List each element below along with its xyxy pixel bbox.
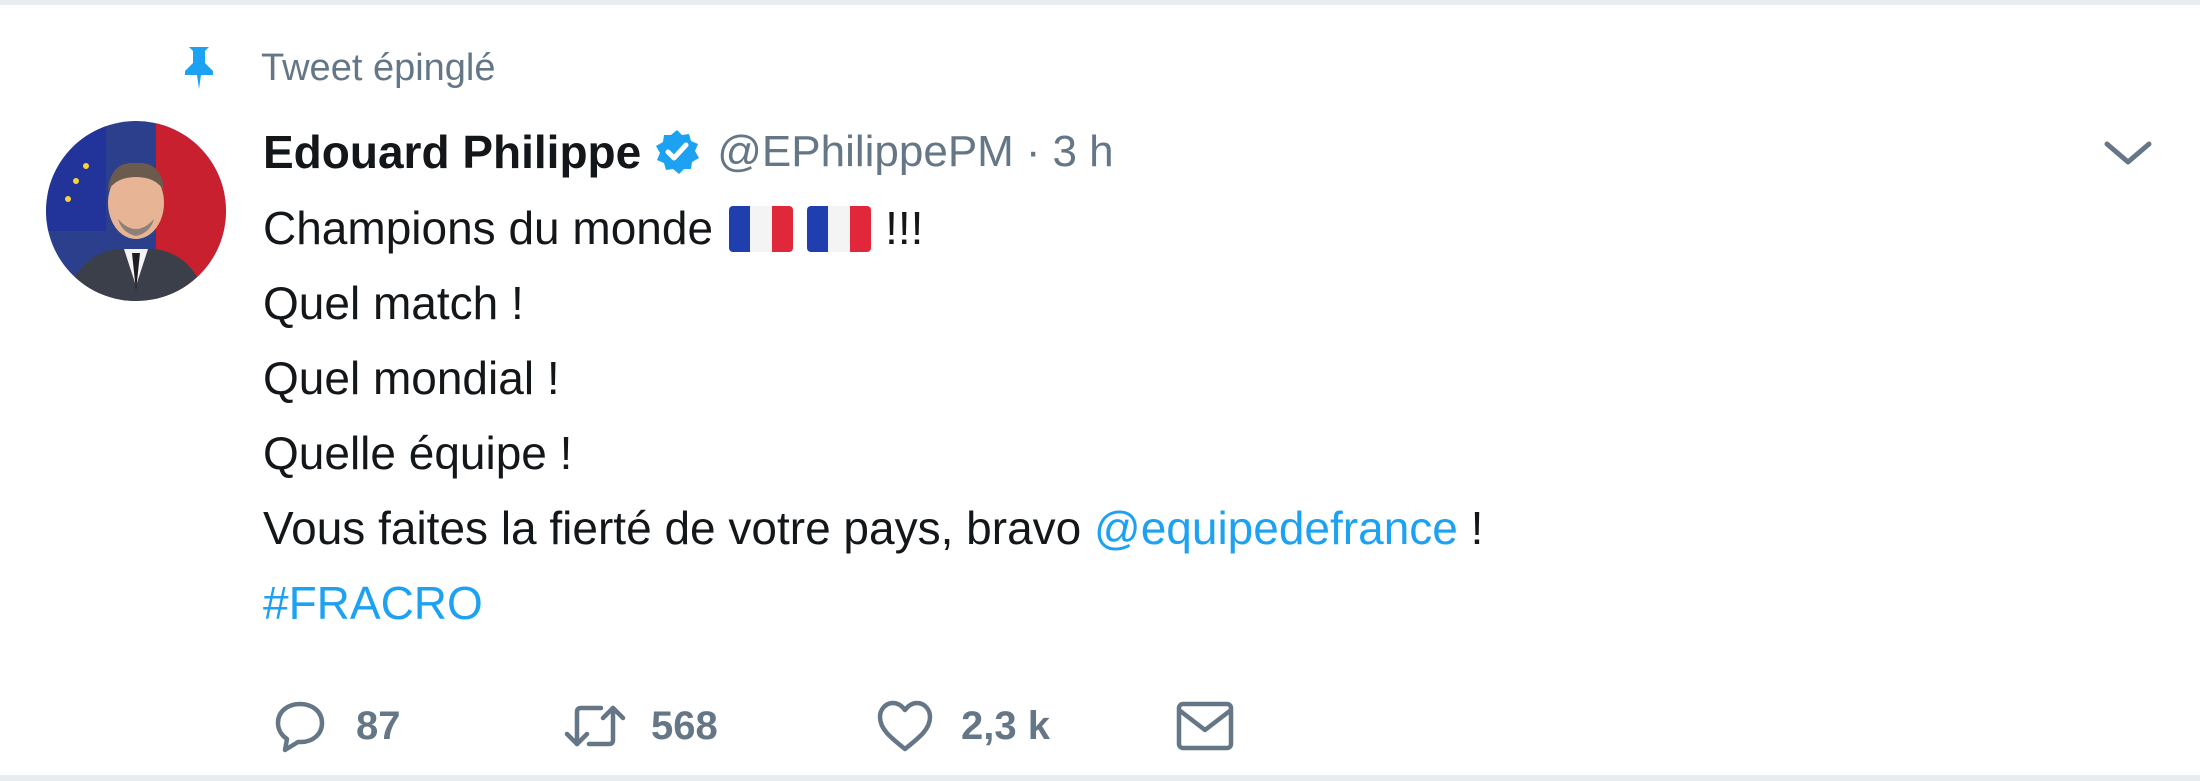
tweet-line-text: Champions du monde — [263, 202, 714, 254]
avatar[interactable] — [46, 121, 226, 301]
tweet-header: Edouard Philippe @EPhilippePM · 3 h — [263, 121, 1114, 183]
chevron-down-icon[interactable] — [2100, 133, 2156, 173]
tweet-line: Champions du monde !!! — [263, 191, 1483, 266]
direct-message-button[interactable] — [1173, 695, 1237, 757]
france-flag-icon — [729, 205, 794, 252]
retweet-icon — [563, 695, 627, 757]
tweet-line-suffix: !!! — [885, 202, 924, 254]
tweet-text: Champions du monde !!! Quel match ! Quel… — [263, 191, 1483, 641]
tweet-card[interactable]: Tweet épinglé Edouard Philippe @EPhilipp… — [0, 4, 2200, 775]
reply-icon — [268, 695, 332, 757]
france-flag-icon — [807, 205, 872, 252]
author-handle[interactable]: @EPhilippePM — [717, 127, 1014, 177]
retweet-button[interactable]: 568 — [563, 695, 873, 757]
like-button[interactable]: 2,3 k — [873, 695, 1173, 757]
header-separator: · — [1025, 127, 1041, 176]
verified-badge-icon — [653, 127, 703, 177]
tweet-line: Quel match ! — [263, 277, 524, 329]
reply-button[interactable]: 87 — [268, 695, 563, 757]
tweet-line: Vous faites la fierté de votre pays, bra… — [263, 491, 1483, 566]
hashtag-link[interactable]: #FRACRO — [263, 566, 483, 641]
tweet-line-text: Vous faites la fierté de votre pays, bra… — [263, 502, 1082, 554]
tweet-line: Quelle équipe ! — [263, 427, 573, 479]
pinned-indicator: Tweet épinglé — [175, 43, 496, 93]
tweet-timestamp[interactable]: 3 h — [1052, 127, 1113, 177]
author-name[interactable]: Edouard Philippe — [263, 125, 641, 179]
tweet-line-suffix: ! — [1470, 502, 1484, 554]
reply-count: 87 — [356, 703, 401, 748]
heart-icon — [873, 695, 937, 757]
retweet-count: 568 — [651, 703, 718, 748]
pinned-label: Tweet épinglé — [261, 46, 496, 89]
tweet-actions: 87 568 2,3 k — [268, 695, 1237, 757]
mention-link[interactable]: @equipedefrance — [1094, 491, 1458, 566]
tweet-line: Quel mondial ! — [263, 352, 560, 404]
tweet-line: #FRACRO — [263, 566, 1483, 641]
envelope-icon — [1173, 695, 1237, 757]
pin-icon — [175, 43, 223, 93]
like-count: 2,3 k — [961, 703, 1050, 748]
